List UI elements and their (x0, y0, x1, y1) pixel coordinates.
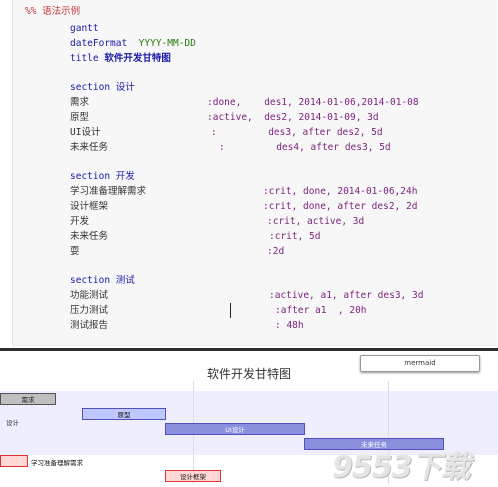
task-spec: :active, a1, after des3, 3d (269, 290, 424, 301)
section-name: 设计 (115, 82, 135, 93)
task-spec: :done, des1, 2014-01-06,2014-01-08 (207, 97, 419, 108)
task-name: 设计框架 (70, 201, 109, 212)
task-name: UI设计 (70, 127, 101, 138)
task-name: 耍 (70, 246, 80, 257)
task-spec: :crit, done, 2014-01-06,24h (263, 186, 418, 197)
task-bar-ui-design[interactable]: UI设计 (165, 423, 305, 435)
task-bar-requirements[interactable]: 需求 (0, 393, 56, 405)
task-name: 开发 (70, 216, 90, 227)
task-name: 未来任务 (70, 231, 109, 242)
task-name: 需求 (70, 97, 90, 108)
code-editor[interactable]: %% 语法示例 gantt dateFormat YYYY-MM-DD titl… (12, 0, 497, 346)
title-line: title 软件开发甘特图 (70, 53, 171, 65)
task-name: 测试报告 (70, 320, 109, 331)
gantt-keyword: gantt (70, 23, 99, 34)
section-keyword: section (70, 171, 111, 182)
dateformat-line: dateFormat YYYY-MM-DD (70, 38, 196, 50)
task-spec: :active, des2, 2014-01-09, 3d (207, 112, 379, 123)
task-bar-design-framework[interactable]: 设计框架 (165, 470, 221, 482)
task-bar-prototype[interactable]: 原型 (82, 408, 166, 420)
comment-line: %% 语法示例 (25, 6, 81, 17)
task-spec: : des4, after des3, 5d (219, 142, 391, 153)
task-label-learn-requirements: 学习准备理解需求 (31, 459, 83, 467)
task-spec: :crit, active, 3d (267, 216, 365, 227)
task-name: 压力测试 (70, 305, 109, 316)
task-name: 功能测试 (70, 290, 109, 301)
text-cursor (230, 303, 231, 318)
section-line-dev: section 开发 (70, 171, 135, 183)
section-keyword: section (70, 82, 111, 93)
task-name: 学习准备理解需求 (70, 186, 147, 197)
task-spec: :crit, done, after des2, 2d (263, 201, 418, 212)
task-spec: :after a1 , 20h (275, 305, 367, 316)
task-name: 原型 (70, 112, 90, 123)
task-spec: : 48h (275, 320, 304, 331)
section-label: 设计 (6, 419, 19, 427)
mermaid-badge[interactable]: mermaid (360, 355, 480, 372)
task-spec: :2d (267, 246, 285, 257)
task-spec: : des3, after des2, 5d (211, 127, 383, 138)
section-name: 开发 (115, 171, 135, 182)
section-keyword: section (70, 275, 111, 286)
dateformat-value: YYYY-MM-DD (138, 38, 196, 49)
task-spec: :crit, 5d (269, 231, 321, 242)
watermark: 9553下载 (332, 450, 470, 485)
section-line-design: section 设计 (70, 82, 135, 94)
section-name: 测试 (115, 275, 135, 286)
dateformat-keyword: dateFormat (70, 38, 128, 49)
task-bar-learn-requirements[interactable] (0, 455, 28, 467)
section-line-test: section 测试 (70, 275, 135, 287)
task-name: 未来任务 (70, 142, 109, 153)
title-value: 软件开发甘特图 (104, 53, 171, 64)
title-keyword: title (70, 53, 99, 64)
